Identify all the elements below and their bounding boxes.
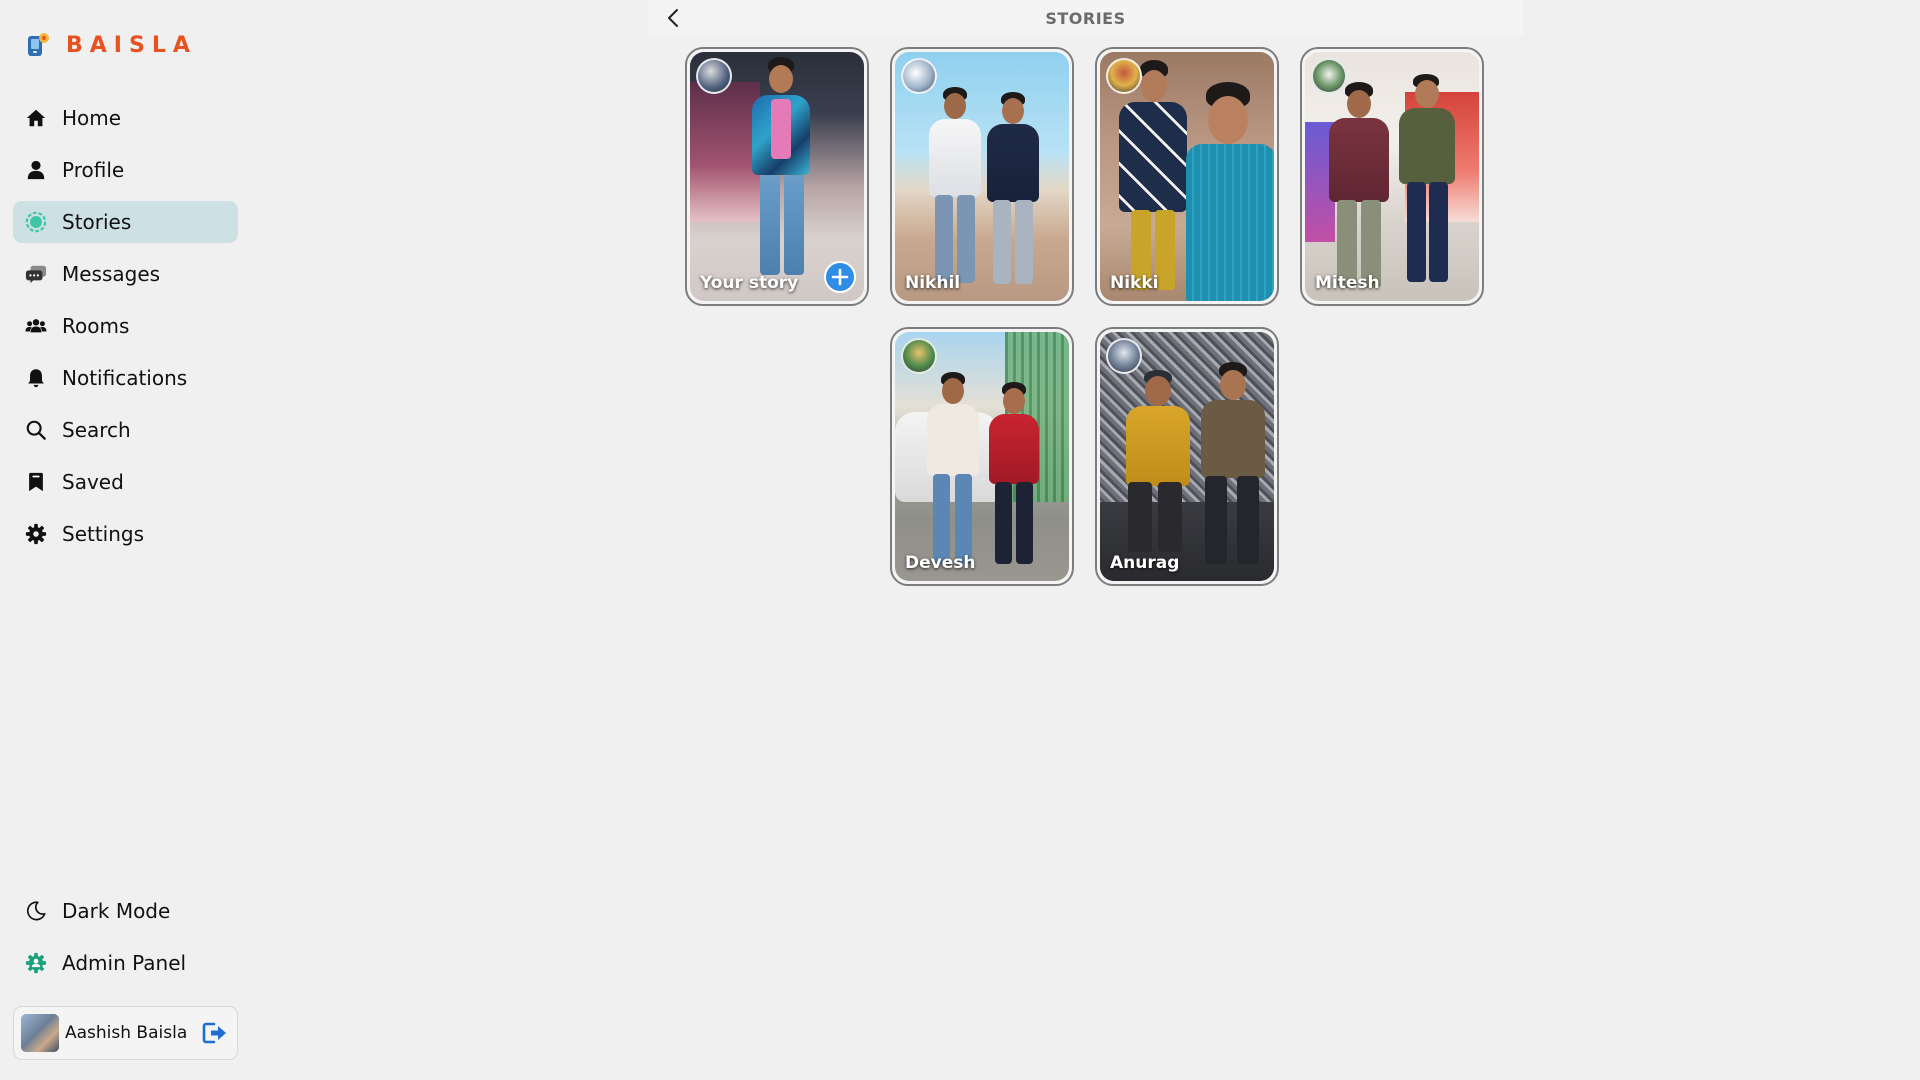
- person-figure: [1180, 82, 1274, 301]
- gear-icon: [24, 522, 48, 546]
- sidebar-item-admin-panel[interactable]: Admin Panel: [13, 942, 238, 984]
- story-thumbnail: Nikki: [1100, 52, 1274, 301]
- group-icon: [24, 314, 48, 338]
- add-story-button[interactable]: [824, 261, 856, 293]
- story-avatar: [901, 338, 937, 374]
- sidebar-item-notifications[interactable]: Notifications: [13, 357, 238, 399]
- sidebar-item-rooms[interactable]: Rooms: [13, 305, 238, 347]
- story-name: Devesh: [905, 553, 976, 573]
- sidebar-item-label: Settings: [62, 522, 145, 546]
- dark-mode-toggle[interactable]: Dark Mode: [13, 890, 238, 932]
- story-card-your-story[interactable]: Your story: [685, 47, 869, 306]
- sidebar-item-settings[interactable]: Settings: [13, 513, 238, 555]
- stories-icon: [24, 210, 48, 234]
- story-avatar: [1106, 58, 1142, 94]
- app-logo-icon: [28, 33, 49, 56]
- person-figure: [925, 87, 985, 297]
- story-thumbnail: Nikhil: [895, 52, 1069, 301]
- page-title: STORIES: [1045, 9, 1126, 28]
- story-thumbnail: Your story: [690, 52, 864, 301]
- stories-header: STORIES: [648, 0, 1523, 36]
- user-card[interactable]: Aashish Baisla: [13, 1006, 238, 1060]
- stories-grid: Your story Nikhil Nikki Mitesh Devesh An…: [685, 47, 1485, 587]
- admin-icon: [24, 951, 48, 975]
- story-name: Nikhil: [905, 273, 961, 293]
- story-card-nikhil[interactable]: Nikhil: [890, 47, 1074, 306]
- person-figure: [738, 57, 828, 297]
- story-name: Mitesh: [1315, 273, 1380, 293]
- story-avatar: [901, 58, 937, 94]
- person-figure: [1115, 60, 1190, 300]
- person-figure: [1118, 370, 1198, 575]
- sidebar-item-label: Messages: [62, 262, 161, 286]
- story-card-nikki[interactable]: Nikki: [1095, 47, 1279, 306]
- sidebar-item-stories[interactable]: Stories: [13, 201, 238, 243]
- story-name: Anurag: [1110, 553, 1180, 573]
- story-card-mitesh[interactable]: Mitesh: [1300, 47, 1484, 306]
- sidebar-nav: Home Profile Stories Messages Rooms Noti…: [13, 97, 238, 565]
- sidebar-item-label: Saved: [62, 470, 124, 494]
- sidebar-item-search[interactable]: Search: [13, 409, 238, 451]
- story-name: Nikki: [1110, 273, 1159, 293]
- sidebar: BAISLA Home Profile Stories Messages Roo…: [0, 0, 250, 1080]
- sidebar-item-label: Home: [62, 106, 122, 130]
- logout-icon[interactable]: [201, 1019, 229, 1047]
- story-card-devesh[interactable]: Devesh: [890, 327, 1074, 586]
- bell-icon: [24, 366, 48, 390]
- person-figure: [923, 372, 983, 572]
- brand[interactable]: BAISLA: [26, 31, 197, 59]
- sidebar-item-label: Rooms: [62, 314, 130, 338]
- sidebar-item-profile[interactable]: Profile: [13, 149, 238, 191]
- sidebar-item-label: Notifications: [62, 366, 188, 390]
- sidebar-item-label: Stories: [62, 210, 132, 234]
- story-thumbnail: Anurag: [1100, 332, 1274, 581]
- story-thumbnail: Devesh: [895, 332, 1069, 581]
- person-figure: [985, 382, 1043, 572]
- bookmark-icon: [24, 470, 48, 494]
- user-name: Aashish Baisla: [65, 1023, 188, 1043]
- person-figure: [1327, 82, 1391, 297]
- chat-icon: [24, 262, 48, 286]
- home-icon: [24, 106, 48, 130]
- story-thumbnail: Mitesh: [1305, 52, 1479, 301]
- sidebar-item-saved[interactable]: Saved: [13, 461, 238, 503]
- story-avatar: [1311, 58, 1347, 94]
- person-figure: [1195, 362, 1271, 574]
- sidebar-item-label: Profile: [62, 158, 125, 182]
- plus-icon: [831, 268, 849, 286]
- story-avatar: [696, 58, 732, 94]
- sidebar-item-label: Search: [62, 418, 131, 442]
- user-icon: [24, 158, 48, 182]
- brand-name: BAISLA: [66, 32, 197, 58]
- search-icon: [24, 418, 48, 442]
- avatar[interactable]: [21, 1014, 59, 1052]
- sidebar-item-label: Admin Panel: [62, 951, 187, 975]
- sidebar-item-home[interactable]: Home: [13, 97, 238, 139]
- person-figure: [983, 92, 1043, 297]
- moon-icon: [24, 899, 48, 923]
- sidebar-bottom-nav: Dark Mode Admin Panel: [13, 890, 238, 994]
- story-avatar: [1106, 338, 1142, 374]
- story-card-anurag[interactable]: Anurag: [1095, 327, 1279, 586]
- person-figure: [1395, 74, 1459, 299]
- sidebar-item-messages[interactable]: Messages: [13, 253, 238, 295]
- story-name: Your story: [700, 273, 799, 293]
- sidebar-item-label: Dark Mode: [62, 899, 171, 923]
